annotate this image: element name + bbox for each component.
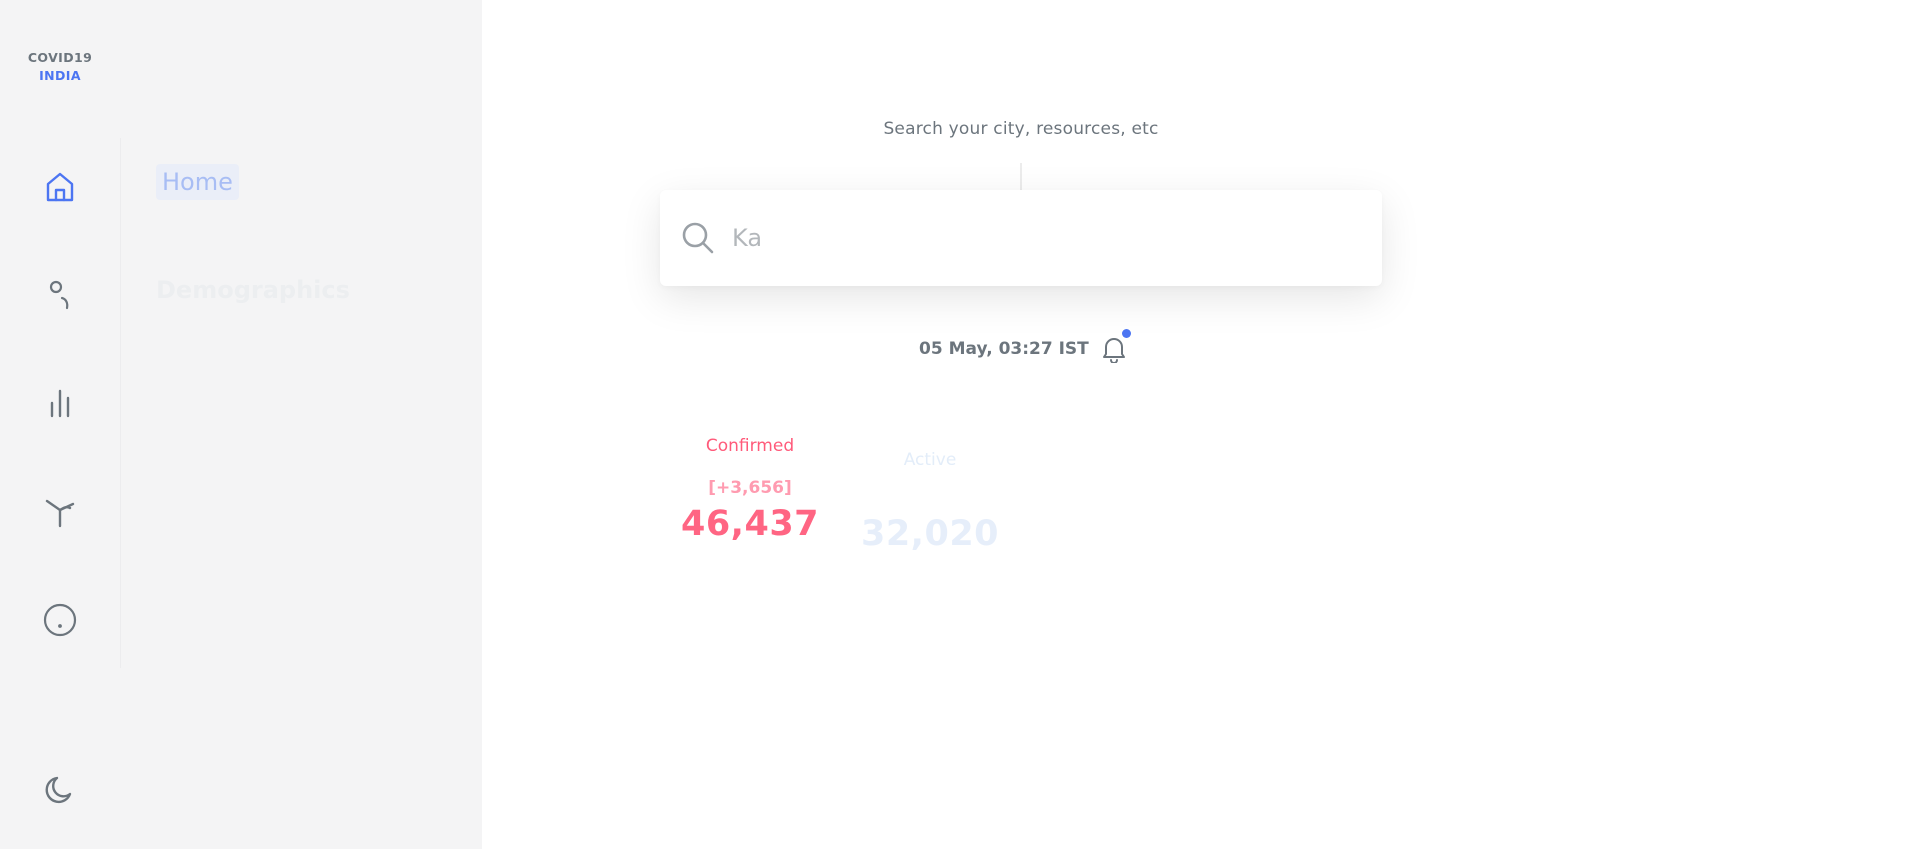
nav-item-demographics[interactable]: Demographics	[156, 276, 350, 304]
nav-demographics-button[interactable]	[36, 271, 84, 319]
sidebar: COVID19 INDIA Home Demographics	[0, 0, 482, 849]
logo-line-1: COVID19	[27, 50, 93, 65]
nav-essentials-button[interactable]	[36, 488, 84, 536]
search-box[interactable]	[660, 190, 1382, 286]
info-circle-icon	[43, 603, 77, 637]
last-updated-timestamp: 05 May, 03:27 IST	[919, 339, 1089, 359]
search-input[interactable]	[730, 223, 1334, 253]
notification-dot	[1121, 329, 1131, 338]
tree-icon	[45, 499, 75, 528]
stat-active[interactable]: Active 32,020	[855, 450, 1005, 554]
bar-chart-icon	[50, 389, 70, 418]
home-icon	[46, 172, 74, 202]
main-content: Search your city, resources, etc 05 May,…	[482, 0, 1920, 849]
stat-active-label: Active	[903, 450, 957, 470]
nav-item-home[interactable]: Home	[156, 164, 239, 200]
app-root: COVID19 INDIA Home Demographics Search y…	[0, 0, 1920, 849]
nav-about-button[interactable]	[36, 596, 84, 644]
search-icon	[680, 220, 716, 256]
nav-divider	[120, 138, 121, 668]
search-hint: Search your city, resources, etc	[883, 119, 1159, 139]
stat-confirmed[interactable]: Confirmed [+3,656] 46,437	[675, 436, 825, 544]
stat-active-value: 32,020	[860, 514, 1000, 554]
theme-toggle-button[interactable]	[36, 766, 84, 814]
stat-confirmed-value: 46,437	[680, 504, 820, 544]
nav-home-button[interactable]	[36, 163, 84, 211]
search-hint-caret	[1020, 163, 1022, 191]
stat-confirmed-label: Confirmed	[705, 436, 795, 456]
logo[interactable]: COVID19 INDIA	[16, 49, 104, 85]
user-icon	[49, 280, 69, 310]
last-updated[interactable]: 05 May, 03:27 IST	[919, 329, 1131, 364]
nav-charts-button[interactable]	[36, 379, 84, 427]
stat-confirmed-delta: [+3,656]	[708, 478, 792, 498]
bell-icon[interactable]	[1101, 329, 1131, 364]
moon-icon	[45, 776, 72, 804]
logo-line-2: INDIA	[39, 68, 81, 83]
